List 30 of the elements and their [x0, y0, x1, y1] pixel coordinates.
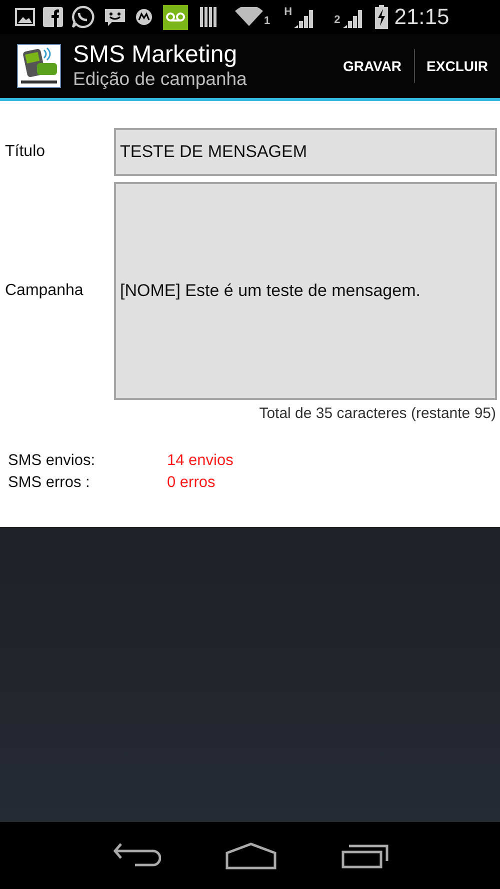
chat-bubble-icon — [71, 5, 95, 29]
sim-label: 2 — [334, 14, 340, 26]
stat-label: SMS envios: — [8, 452, 96, 470]
network-type: H — [284, 6, 292, 18]
home-icon[interactable] — [225, 842, 277, 870]
clock-time: 21:15 — [394, 4, 450, 30]
barcode-icon — [200, 7, 217, 27]
input-field[interactable]: TESTE DE MENSAGEM — [114, 128, 497, 176]
stat-value: 14 envios — [167, 452, 234, 470]
stat-value: 0 erros — [167, 474, 216, 492]
delete-button[interactable]: EXCLUIR — [414, 48, 500, 84]
circle-logo-icon — [136, 9, 152, 25]
sim-label: 1 — [264, 15, 270, 27]
facebook-icon — [43, 7, 63, 27]
save-button[interactable]: GRAVAR — [330, 48, 414, 84]
field-label: Título — [4, 143, 46, 161]
stat-label: SMS erros : — [8, 474, 91, 492]
smiley-message-icon — [103, 7, 127, 27]
voicemail-icon — [163, 4, 188, 30]
app-title: SMS Marketing — [73, 42, 238, 68]
image-icon — [15, 8, 35, 26]
character-counter: Total de 35 caracteres (restante 95) — [258, 405, 496, 422]
recent-apps-icon[interactable] — [341, 842, 391, 868]
wifi-icon — [235, 7, 263, 27]
back-icon[interactable] — [113, 842, 161, 870]
screen-subtitle: Edição de campanha — [73, 68, 248, 90]
battery-charging-icon — [375, 5, 388, 29]
message-field[interactable]: [NOME] Este é um teste de mensagem. — [114, 182, 497, 400]
app-logo-icon — [17, 44, 61, 88]
field-label: Campanha — [4, 282, 84, 300]
